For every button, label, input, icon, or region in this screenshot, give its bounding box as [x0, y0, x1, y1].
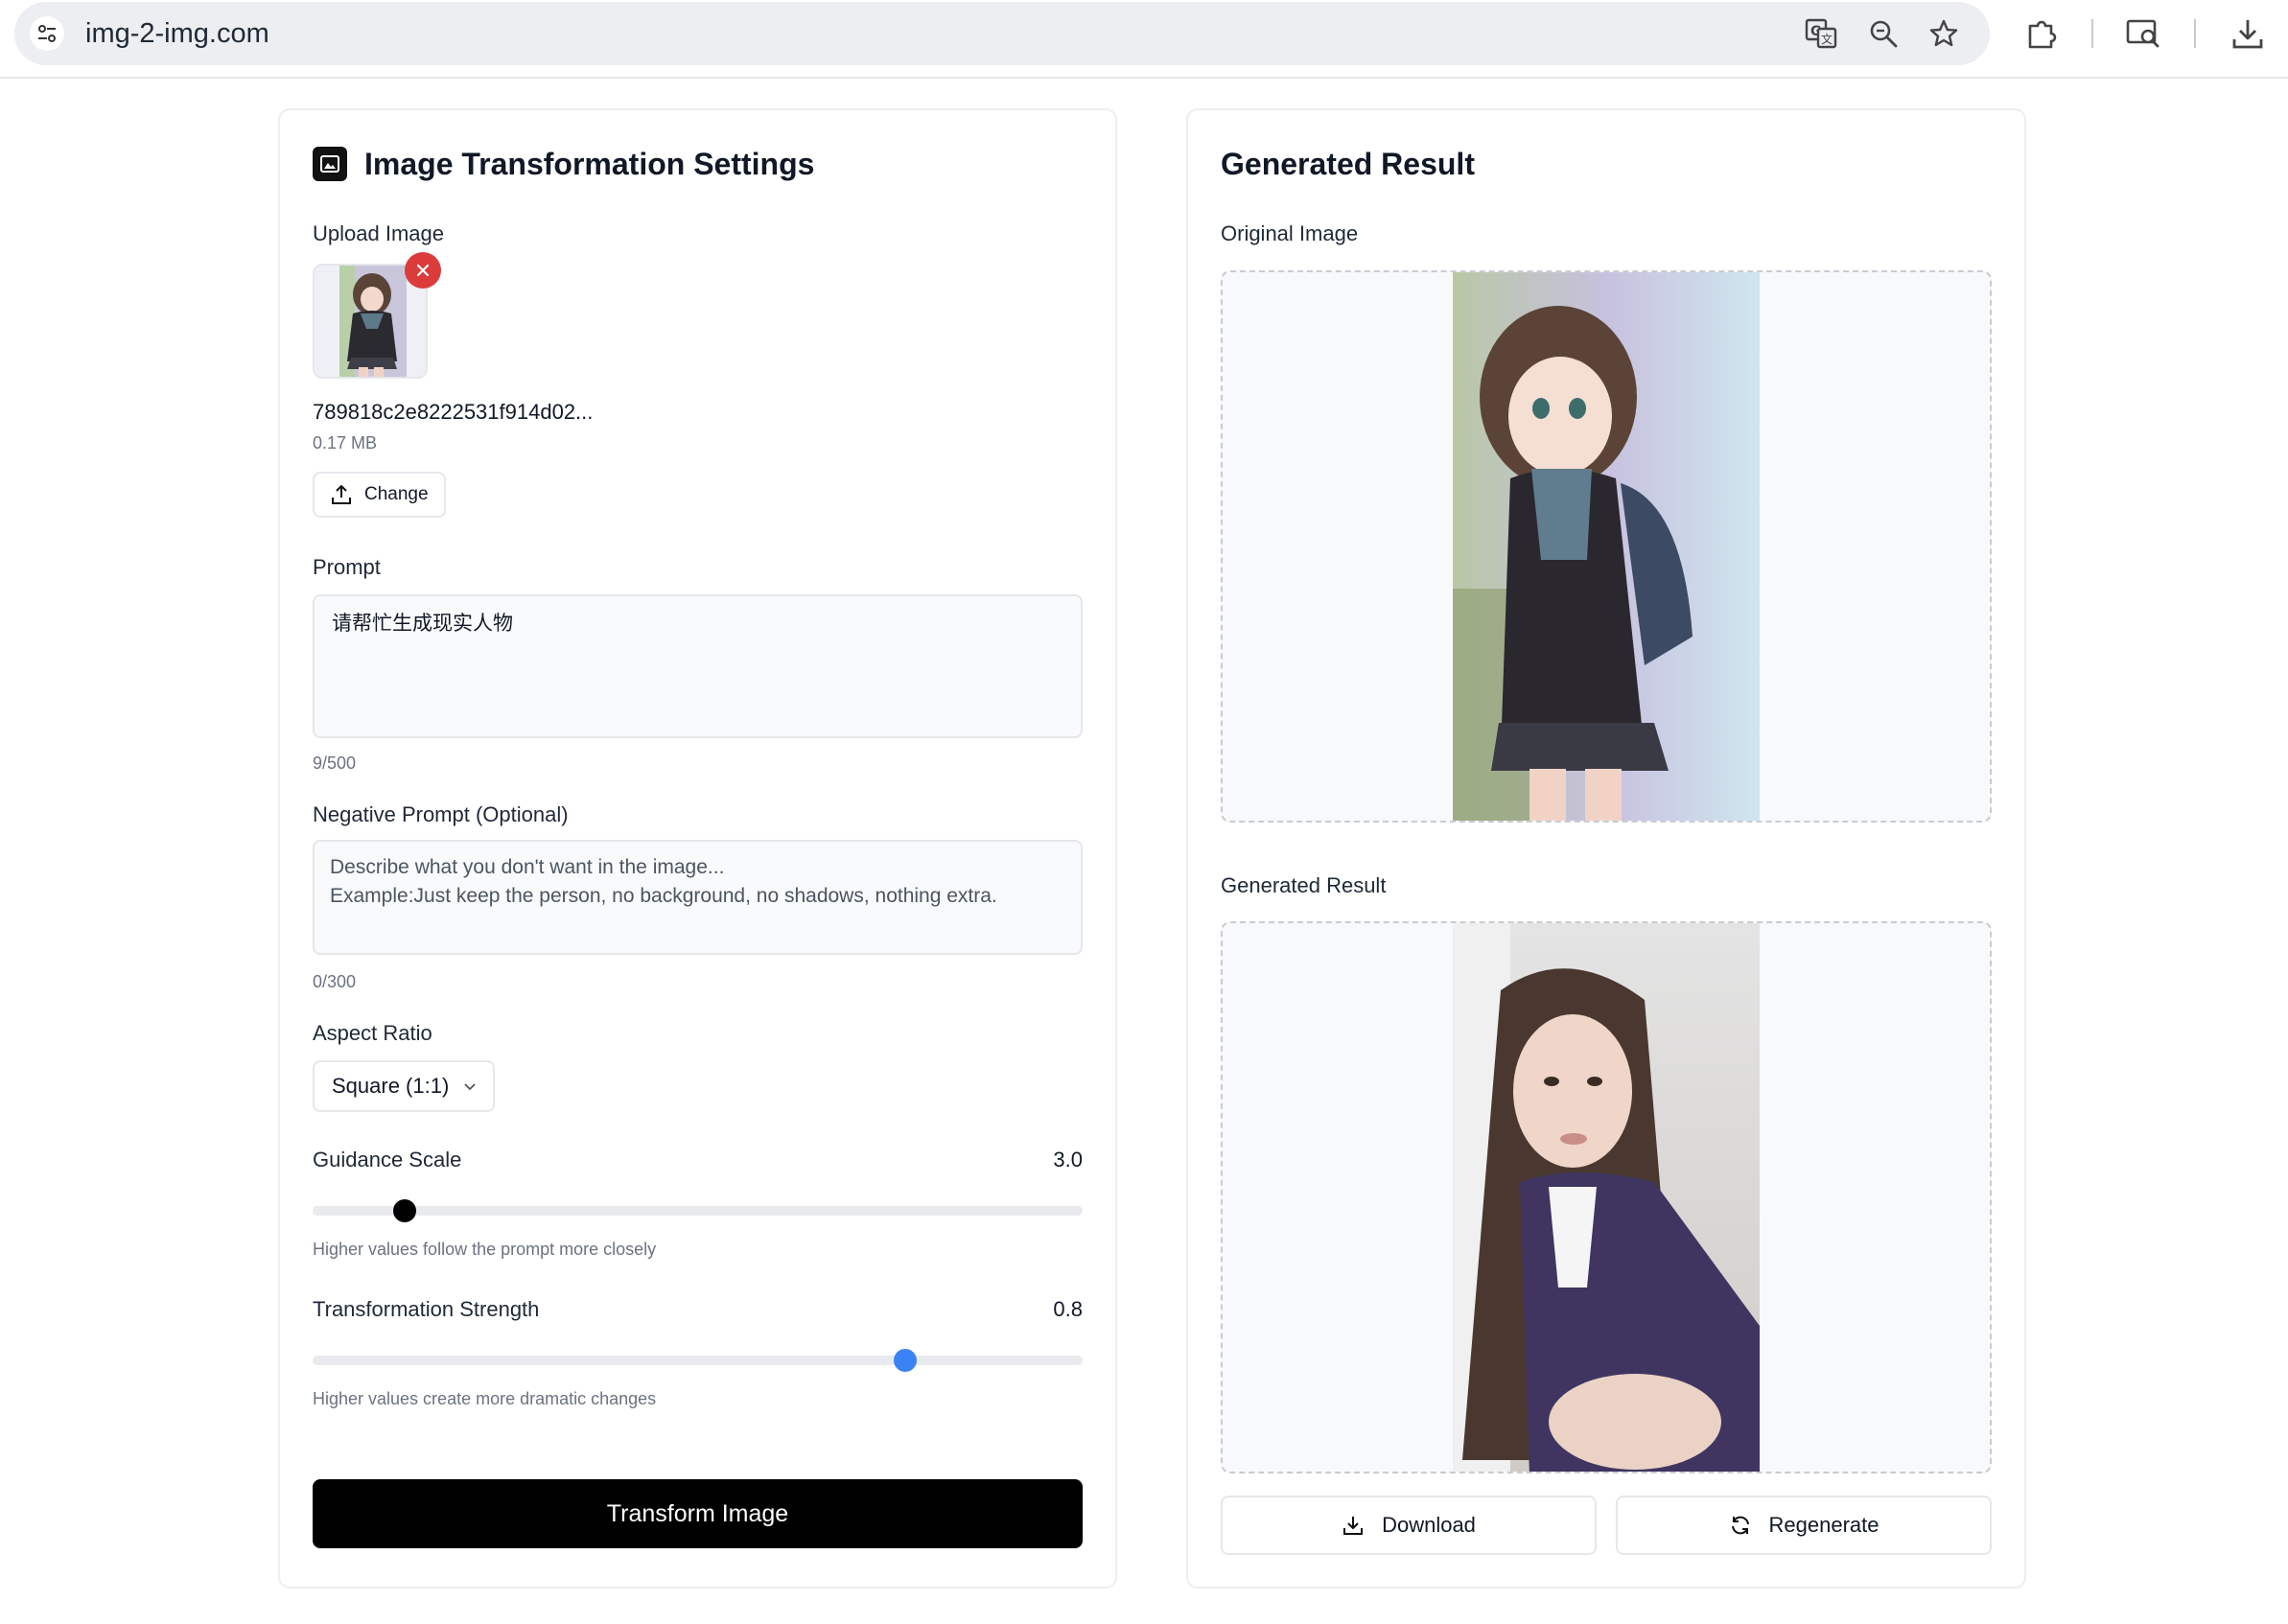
- extensions-icon[interactable]: [2020, 12, 2063, 55]
- refresh-icon: [1731, 1516, 1749, 1535]
- browser-toolbar: img-2-img.com G文: [0, 0, 2288, 79]
- transformation-strength-slider[interactable]: [313, 1356, 1083, 1365]
- guidance-scale-handle[interactable]: [393, 1199, 417, 1222]
- download-button-label: Download: [1382, 1513, 1476, 1537]
- aspect-ratio-select[interactable]: Square (1:1): [313, 1060, 495, 1112]
- transformation-strength-hint: Higher values create more dramatic chang…: [313, 1389, 657, 1408]
- transformation-strength-label: Transformation Strength: [313, 1297, 540, 1321]
- guidance-scale-hint: Higher values follow the prompt more clo…: [313, 1240, 657, 1259]
- transformation-strength-value: 0.8: [1053, 1297, 1083, 1321]
- prompt-text: 请帮忙生成现实人物: [332, 613, 513, 635]
- original-image-frame: [1221, 270, 1992, 823]
- remove-image-button[interactable]: [405, 252, 441, 289]
- guidance-scale-slider[interactable]: [313, 1206, 1083, 1216]
- regenerate-button[interactable]: Regenerate: [1616, 1496, 1992, 1555]
- search-lens-icon[interactable]: [2122, 12, 2164, 55]
- settings-title: Image Transformation Settings: [364, 147, 815, 181]
- download-icon: [1343, 1517, 1364, 1535]
- prompt-label: Prompt: [313, 555, 381, 579]
- result-title: Generated Result: [1221, 147, 1475, 181]
- zoom-icon[interactable]: [1862, 12, 1904, 55]
- negative-prompt-label: Negative Prompt (Optional): [313, 802, 569, 826]
- result-card: Generated Result Original Image Generate…: [1186, 108, 2026, 1589]
- upload-image-label: Upload Image: [313, 221, 444, 245]
- uploaded-filename: 789818c2e8222531f914d02...: [313, 400, 594, 424]
- regenerate-button-label: Regenerate: [1768, 1513, 1879, 1537]
- download-button[interactable]: Download: [1221, 1496, 1597, 1555]
- transform-image-button[interactable]: Transform Image: [313, 1479, 1083, 1548]
- download-icon[interactable]: [2227, 12, 2269, 55]
- bookmark-star-icon[interactable]: [1923, 12, 1965, 55]
- svg-text:文: 文: [1821, 32, 1833, 46]
- guidance-scale-value: 3.0: [1053, 1148, 1083, 1172]
- image-icon: [313, 147, 347, 181]
- change-button-label: Change: [364, 484, 429, 504]
- toolbar-divider: [2091, 19, 2093, 48]
- toolbar-divider: [2194, 19, 2196, 48]
- original-image-label: Original Image: [1221, 221, 1359, 245]
- uploaded-filesize: 0.17 MB: [313, 433, 378, 452]
- site-info-icon[interactable]: [30, 16, 64, 51]
- prompt-input[interactable]: 请帮忙生成现实人物: [313, 594, 1083, 738]
- generated-image: [1453, 923, 1760, 1472]
- address-bar[interactable]: img-2-img.com G文: [14, 2, 1990, 65]
- aspect-ratio-label: Aspect Ratio: [313, 1021, 432, 1045]
- guidance-scale-label: Guidance Scale: [313, 1148, 462, 1172]
- aspect-ratio-value: Square (1:1): [332, 1074, 450, 1098]
- negative-prompt-input[interactable]: [313, 840, 1083, 955]
- generated-image-frame: [1221, 921, 1992, 1473]
- upload-icon: [332, 485, 351, 504]
- translate-icon[interactable]: G文: [1800, 12, 1842, 55]
- chevron-down-icon: [464, 1083, 476, 1091]
- negative-prompt-counter: 0/300: [313, 972, 357, 991]
- url-text[interactable]: img-2-img.com: [85, 18, 269, 50]
- change-image-button[interactable]: Change: [313, 472, 446, 518]
- settings-card: Image Transformation Settings Upload Ima…: [278, 108, 1117, 1589]
- original-image: [1453, 272, 1760, 821]
- generated-result-label: Generated Result: [1221, 873, 1387, 897]
- transformation-strength-handle[interactable]: [894, 1349, 918, 1372]
- prompt-counter: 9/500: [313, 754, 357, 773]
